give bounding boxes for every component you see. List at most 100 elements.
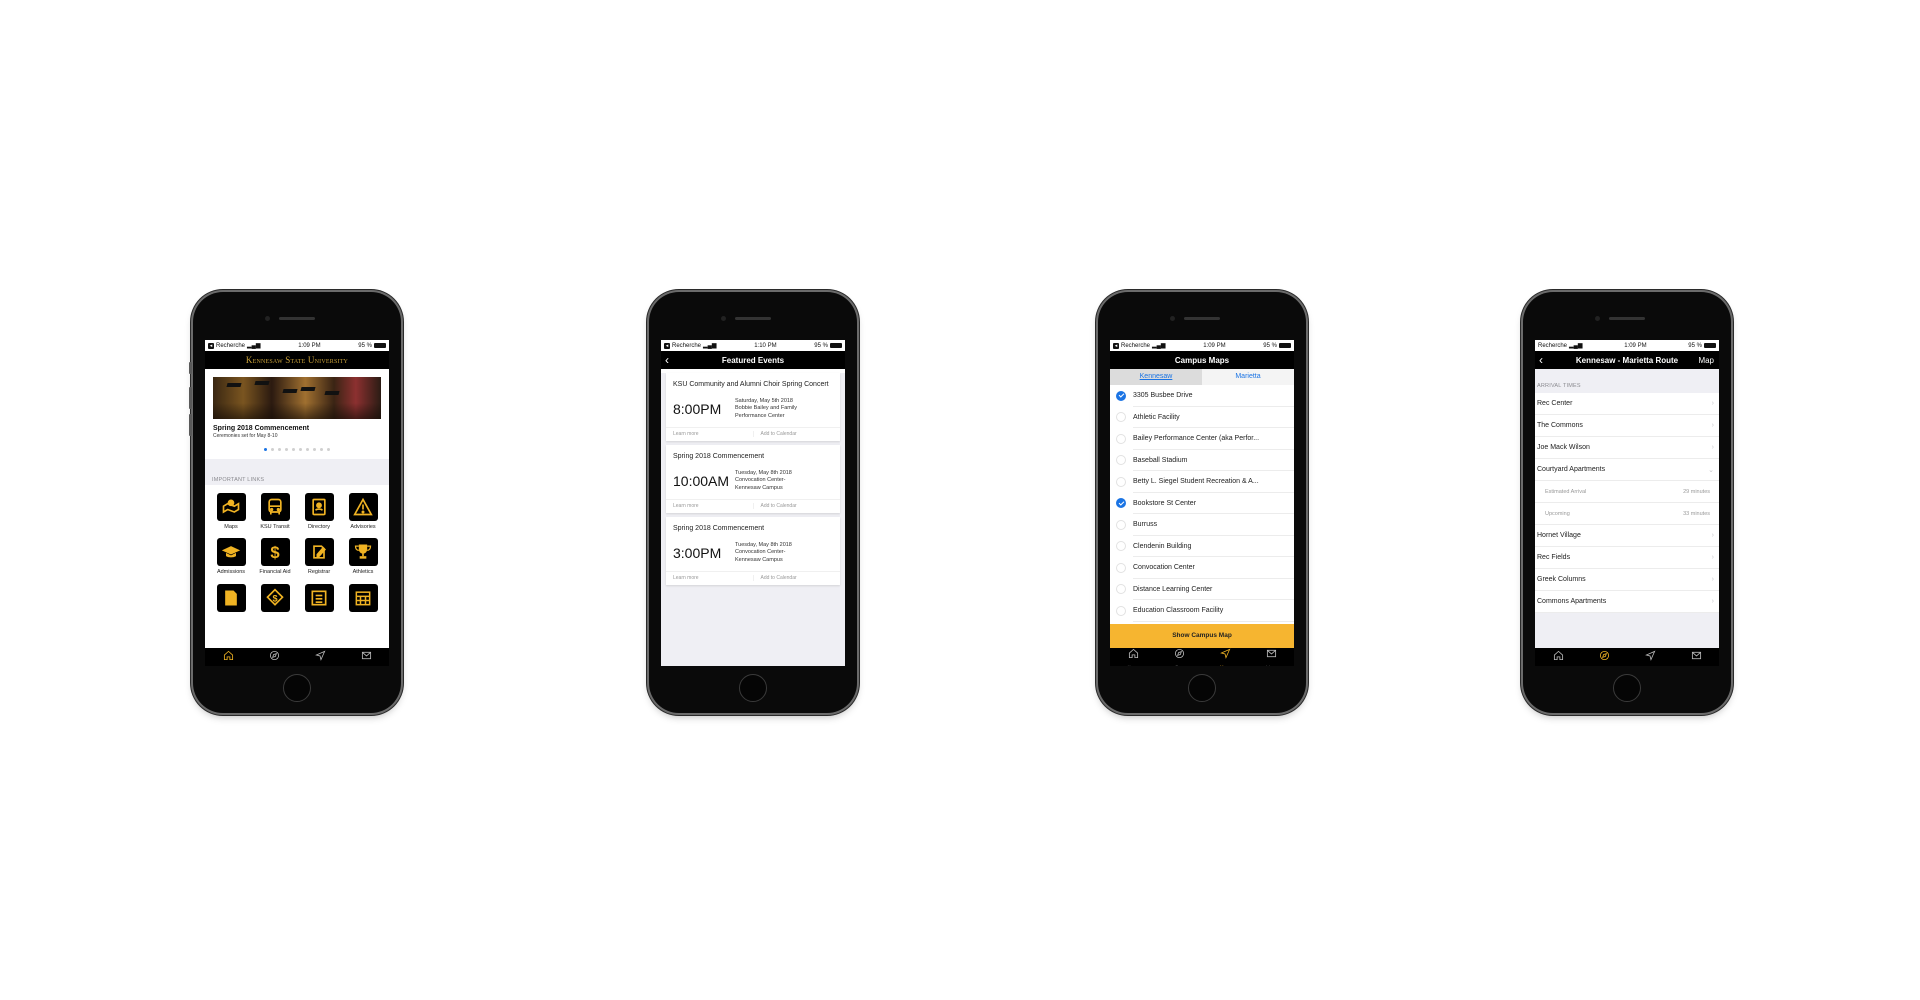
link-label: KSU Transit — [260, 524, 290, 530]
home-button[interactable] — [1188, 674, 1216, 702]
checkbox-empty-icon[interactable] — [1116, 476, 1126, 487]
chevron-right-icon: › — [1711, 422, 1714, 429]
checkmark-icon[interactable] — [1116, 498, 1126, 509]
tab-location-arrow[interactable] — [314, 648, 326, 666]
home-button[interactable] — [283, 674, 311, 702]
add-to-calendar-link[interactable]: Add to Calendar — [752, 503, 841, 510]
link-item[interactable]: KSU Transit — [253, 493, 297, 531]
tab-mail[interactable] — [1691, 648, 1702, 666]
link-item[interactable]: Advisories — [341, 493, 385, 531]
link-item[interactable]: Admissions — [209, 538, 253, 576]
stop-item[interactable]: Commons Apartments › — [1535, 591, 1719, 613]
page-dot[interactable] — [327, 448, 330, 451]
tab-location-arrow[interactable]: Maps — [1219, 646, 1231, 667]
checkbox-empty-icon[interactable] — [1116, 455, 1126, 466]
mute-switch — [189, 362, 192, 374]
tab-mail[interactable]: Inbox — [1266, 646, 1277, 666]
status-bar: ◂ Recherche ▂▄▆ 1:10 PM 95 % — [661, 340, 845, 351]
home-button[interactable] — [739, 674, 767, 702]
back-to-app-icon[interactable]: ◂ — [208, 342, 214, 349]
segment-marietta[interactable]: Marietta — [1202, 369, 1294, 385]
page-dot[interactable] — [320, 448, 323, 451]
checkmark-icon[interactable] — [1116, 390, 1126, 401]
back-chevron-icon[interactable]: ‹ — [1539, 353, 1543, 367]
stop-item[interactable]: Rec Center › — [1535, 393, 1719, 415]
page-dot[interactable] — [278, 448, 281, 451]
stop-item[interactable]: Joe Mack Wilson › — [1535, 437, 1719, 459]
learn-more-link[interactable]: Learn more — [666, 503, 753, 509]
event-card[interactable]: Spring 2018 Commencement 10:00AM Tuesday, … — [666, 444, 841, 513]
tab-label: Maps — [1220, 663, 1230, 667]
page-dot[interactable] — [285, 448, 288, 451]
tab-home[interactable] — [223, 648, 234, 666]
tab-location-arrow[interactable] — [1644, 648, 1656, 666]
add-to-calendar-link[interactable]: Add to Calendar — [752, 575, 841, 582]
camera — [1170, 316, 1175, 321]
page-dot[interactable] — [264, 448, 267, 451]
location-item[interactable]: Distance Learning Center — [1110, 579, 1294, 600]
location-item[interactable]: Education Classroom Facility — [1110, 600, 1294, 622]
stop-item[interactable]: Courtyard Apartments ⌄ — [1535, 459, 1719, 481]
checkbox-empty-icon[interactable] — [1116, 412, 1126, 423]
tab-home[interactable] — [1553, 648, 1564, 666]
nav-title: Featured Events — [721, 355, 785, 365]
stop-item[interactable]: Greek Columns › — [1535, 569, 1719, 591]
location-item[interactable]: Bookstore St Center — [1110, 493, 1294, 514]
tab-compass[interactable] — [269, 648, 280, 666]
stop-name: Greek Columns — [1537, 576, 1586, 583]
page-dot[interactable] — [292, 448, 295, 451]
event-card[interactable]: Spring 2018 Commencement 3:00PM Tuesday, M… — [666, 516, 841, 585]
location-item[interactable]: Clendenin Building — [1110, 536, 1294, 557]
back-to-app-icon[interactable]: ◂ — [1113, 342, 1119, 349]
clock: 1:09 PM — [1624, 342, 1647, 349]
home-button[interactable] — [1613, 674, 1641, 702]
checkbox-empty-icon[interactable] — [1116, 562, 1126, 573]
checkbox-empty-icon[interactable] — [1116, 519, 1126, 530]
page-dot[interactable] — [306, 448, 309, 451]
link-label: Athletics — [352, 569, 374, 576]
back-to-app-icon[interactable]: ◂ — [664, 342, 670, 349]
link-item[interactable] — [341, 583, 385, 612]
tab-mail[interactable] — [361, 648, 372, 666]
link-item[interactable]: Directory — [297, 493, 341, 531]
tab-compass[interactable]: Bus — [1174, 646, 1185, 666]
tab-compass[interactable] — [1599, 648, 1610, 666]
location-item[interactable]: Bailey Performance Center (aka Perfor... — [1110, 428, 1294, 450]
location-item[interactable]: 3305 Busbee Drive — [1110, 385, 1294, 407]
event-date: Tuesday, May 8th 2018 — [735, 469, 792, 476]
stop-item[interactable]: Hornet Village › — [1535, 525, 1719, 547]
location-item[interactable]: Betty L. Siegel Student Recreation & A..… — [1110, 471, 1294, 493]
back-chevron-icon[interactable]: ‹ — [665, 353, 669, 367]
link-item[interactable]: Athletics — [341, 538, 385, 576]
location-item[interactable]: Burruss — [1110, 514, 1294, 536]
map-link[interactable]: Map — [1698, 356, 1714, 365]
location-item[interactable]: Convocation Center — [1110, 557, 1294, 579]
location-item[interactable]: Baseball Stadium — [1110, 450, 1294, 471]
link-item[interactable] — [297, 583, 341, 612]
arrival-value: 29 minutes — [1683, 488, 1710, 495]
segment-kennesaw[interactable]: Kennesaw — [1110, 369, 1202, 385]
checkbox-empty-icon[interactable] — [1116, 605, 1126, 616]
checkbox-empty-icon[interactable] — [1116, 541, 1126, 552]
link-item[interactable]: Registrar — [297, 538, 341, 576]
link-item[interactable]: $ — [253, 583, 297, 612]
stop-item[interactable]: Rec Fields › — [1535, 547, 1719, 569]
news-carousel[interactable]: Spring 2018 Commencement Ceremonies set … — [205, 369, 389, 455]
link-item[interactable] — [209, 583, 253, 612]
page-dot[interactable] — [313, 448, 316, 451]
add-to-calendar-link[interactable]: Add to Calendar — [752, 431, 841, 438]
tab-home[interactable]: Home — [1128, 646, 1139, 666]
checkbox-empty-icon[interactable] — [1116, 584, 1126, 595]
location-item[interactable]: Athletic Facility — [1110, 407, 1294, 428]
event-card[interactable]: KSU Community and Alumni Choir Spring Co… — [666, 373, 840, 441]
page-indicator[interactable] — [213, 448, 381, 451]
stop-item[interactable]: The Commons › — [1535, 415, 1719, 437]
page-dot[interactable] — [299, 448, 302, 451]
link-item[interactable]: Maps — [209, 493, 253, 531]
learn-more-link[interactable]: Learn more — [666, 431, 753, 437]
page-dot[interactable] — [271, 448, 274, 451]
learn-more-link[interactable]: Learn more — [666, 575, 753, 581]
checkbox-empty-icon[interactable] — [1116, 433, 1126, 444]
show-campus-map-button[interactable]: Show Campus Map — [1110, 624, 1294, 648]
link-item[interactable]: $ Financial Aid — [253, 538, 297, 576]
